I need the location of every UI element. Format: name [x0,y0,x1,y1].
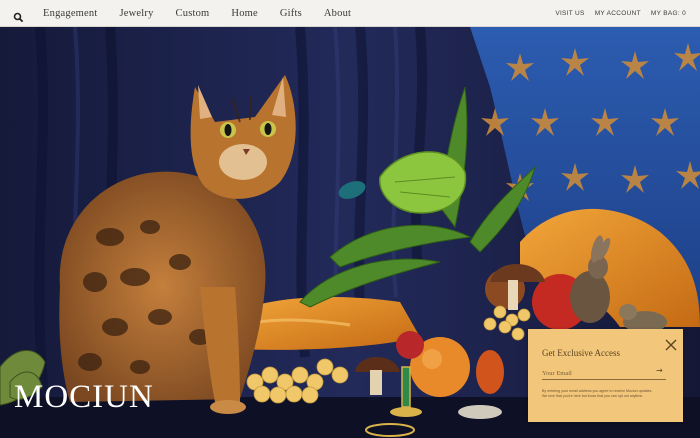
nav-custom[interactable]: Custom [176,8,210,19]
popup-title: Get Exclusive Access [542,348,620,358]
my-account-link[interactable]: MY ACCOUNT [595,10,641,17]
top-navigation: Engagement Jewelry Custom Home Gifts Abo… [0,0,700,27]
nav-jewelry[interactable]: Jewelry [119,8,153,19]
nav-engagement[interactable]: Engagement [43,8,97,19]
nav-about[interactable]: About [324,8,351,19]
fine-print-line-2: We love that you're here but know that y… [542,394,644,398]
my-bag-link[interactable]: MY BAG: 0 [651,10,686,17]
newsletter-popup: Get Exclusive Access → By entering your … [528,329,683,422]
popup-fine-print: By entering your email address you agree… [542,389,672,399]
visit-us-link[interactable]: VISIT US [555,10,584,17]
email-input[interactable] [542,367,666,380]
main-nav: Engagement Jewelry Custom Home Gifts Abo… [43,0,373,27]
utility-nav: VISIT US MY ACCOUNT MY BAG: 0 [545,0,686,27]
brand-logo[interactable]: MOCIUN [14,379,154,416]
close-icon[interactable] [665,336,677,351]
search-icon[interactable] [13,8,24,23]
nav-home[interactable]: Home [231,8,257,19]
arrow-right-icon[interactable]: → [656,366,666,378]
nav-gifts[interactable]: Gifts [280,8,302,19]
